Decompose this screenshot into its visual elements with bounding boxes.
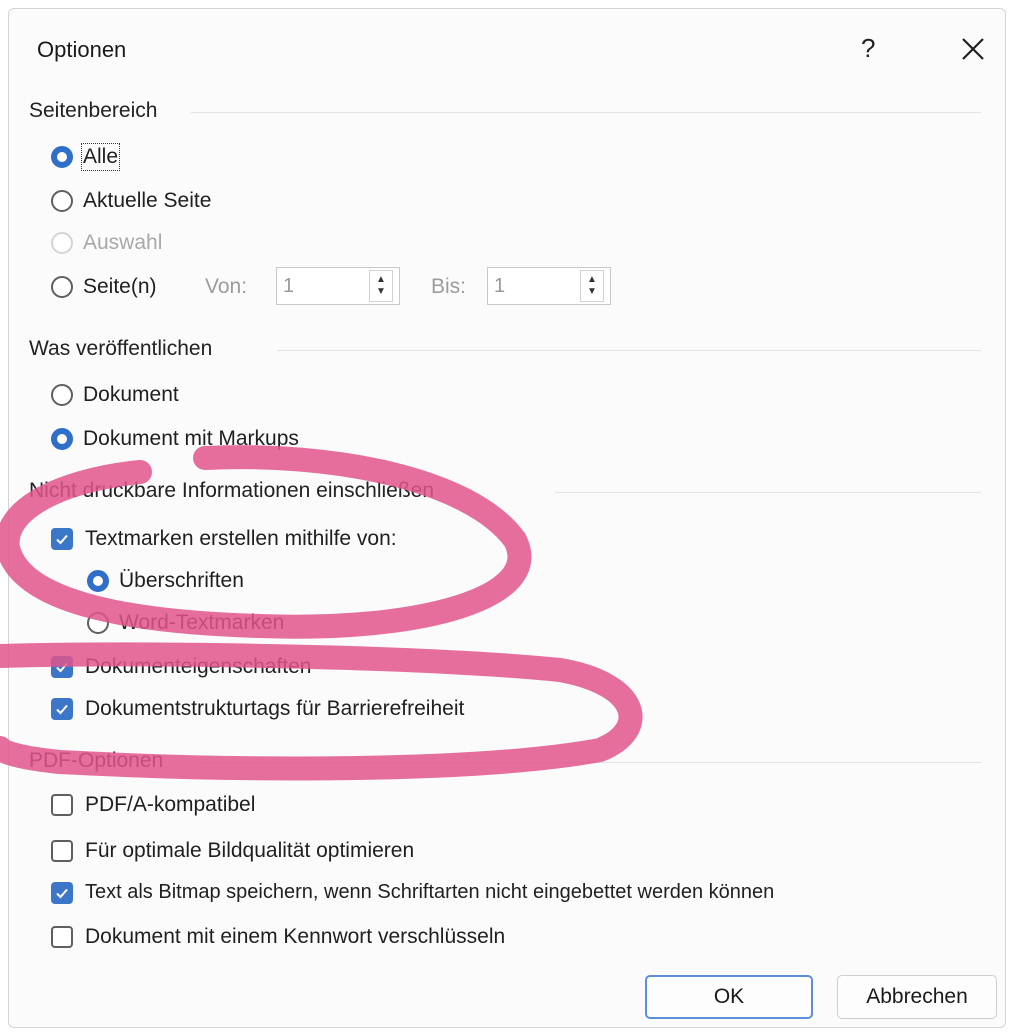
checkmark-icon: [56, 704, 68, 715]
checkbox-pdfa[interactable]: PDF/A-kompatibel: [51, 793, 255, 817]
checkbox[interactable]: [51, 656, 73, 678]
checkbox[interactable]: [51, 926, 73, 948]
close-button[interactable]: [959, 35, 987, 63]
radio-label: Dokument mit Markups: [83, 427, 299, 450]
checkbox-label: Dokumentstrukturtags für Barrierefreihei…: [85, 697, 465, 720]
radio-button: [51, 232, 73, 254]
checkbox-label: Dokument mit einem Kennwort verschlüssel…: [85, 925, 506, 948]
checkmark-icon: [56, 534, 68, 545]
von-label: Von:: [205, 275, 248, 298]
checkbox-textmarken[interactable]: Textmarken erstellen mithilfe von:: [51, 527, 397, 551]
checkbox-label: PDF/A-kompatibel: [85, 793, 256, 816]
radio-dokument-mit-markups[interactable]: Dokument mit Markups: [51, 427, 299, 451]
ok-button[interactable]: OK: [645, 975, 813, 1019]
checkbox-bitmap[interactable]: Text als Bitmap speichern, wenn Schrifta…: [51, 881, 774, 904]
radio-button[interactable]: [51, 146, 73, 168]
checkbox-label: Dokumenteigenschaften: [85, 655, 312, 678]
radio-auswahl: Auswahl: [51, 231, 162, 255]
radio-button[interactable]: [87, 612, 109, 634]
spin-arrows-icon[interactable]: ▲ ▼: [580, 270, 604, 302]
help-button[interactable]: ?: [861, 33, 875, 64]
radio-aktuelle-seite[interactable]: Aktuelle Seite: [51, 189, 211, 213]
checkbox-label: Für optimale Bildqualität optimieren: [85, 839, 415, 862]
radio-label: Auswahl: [83, 231, 163, 254]
checkbox[interactable]: [51, 698, 73, 720]
section-heading-pdf-optionen: PDF-Optionen: [29, 749, 164, 772]
radio-button[interactable]: [51, 384, 73, 406]
radio-button[interactable]: [51, 276, 73, 298]
von-value[interactable]: 1: [277, 275, 369, 298]
radio-alle[interactable]: Alle: [51, 143, 121, 171]
bis-spinner[interactable]: 1 ▲ ▼: [487, 267, 611, 305]
separator: [277, 350, 981, 351]
checkbox-label: Text als Bitmap speichern, wenn Schrifta…: [85, 881, 775, 903]
checkbox-strukturtags[interactable]: Dokumentstrukturtags für Barrierefreihei…: [51, 697, 464, 721]
radio-button[interactable]: [51, 190, 73, 212]
checkbox-label: Textmarken erstellen mithilfe von:: [85, 527, 397, 550]
radio-ueberschriften[interactable]: Überschriften: [87, 569, 244, 593]
radio-label: Seite(n): [83, 275, 157, 298]
separator: [555, 492, 981, 493]
section-heading-seitenbereich: Seitenbereich: [29, 99, 158, 122]
checkbox-bildqualitaet[interactable]: Für optimale Bildqualität optimieren: [51, 839, 414, 863]
separator: [199, 762, 981, 763]
dialog-title: Optionen: [37, 37, 127, 62]
checkbox-kennwort[interactable]: Dokument mit einem Kennwort verschlüssel…: [51, 925, 505, 949]
radio-dokument[interactable]: Dokument: [51, 383, 179, 407]
radio-label: Aktuelle Seite: [83, 189, 212, 212]
radio-seiten[interactable]: Seite(n): [51, 275, 157, 299]
checkmark-icon: [56, 888, 68, 898]
bis-value[interactable]: 1: [488, 275, 580, 298]
radio-label: Dokument: [83, 383, 179, 406]
checkmark-icon: [56, 662, 68, 673]
radio-label: Word-Textmarken: [119, 611, 285, 634]
radio-word-textmarken[interactable]: Word-Textmarken: [87, 611, 284, 635]
spin-arrows-icon[interactable]: ▲ ▼: [369, 270, 393, 302]
checkbox-dokumenteigenschaften[interactable]: Dokumenteigenschaften: [51, 655, 311, 679]
section-heading-was-veroeffentlichen: Was veröffentlichen: [29, 337, 213, 360]
radio-label: Überschriften: [119, 569, 244, 592]
bis-label: Bis:: [431, 275, 467, 298]
checkbox[interactable]: [51, 794, 73, 816]
section-heading-nicht-druckbar: Nicht druckbare Informationen einschließ…: [29, 479, 435, 502]
checkbox[interactable]: [51, 881, 73, 904]
radio-label: Alle: [80, 143, 121, 171]
close-icon: [962, 38, 984, 60]
cancel-button[interactable]: Abbrechen: [837, 975, 997, 1019]
von-spinner[interactable]: 1 ▲ ▼: [276, 267, 400, 305]
separator: [191, 112, 981, 113]
radio-button[interactable]: [87, 570, 109, 592]
options-dialog: Optionen ? Seitenbereich Alle Aktuelle S…: [8, 8, 1006, 1028]
checkbox[interactable]: [51, 528, 73, 550]
radio-button[interactable]: [51, 428, 73, 450]
checkbox[interactable]: [51, 840, 73, 862]
